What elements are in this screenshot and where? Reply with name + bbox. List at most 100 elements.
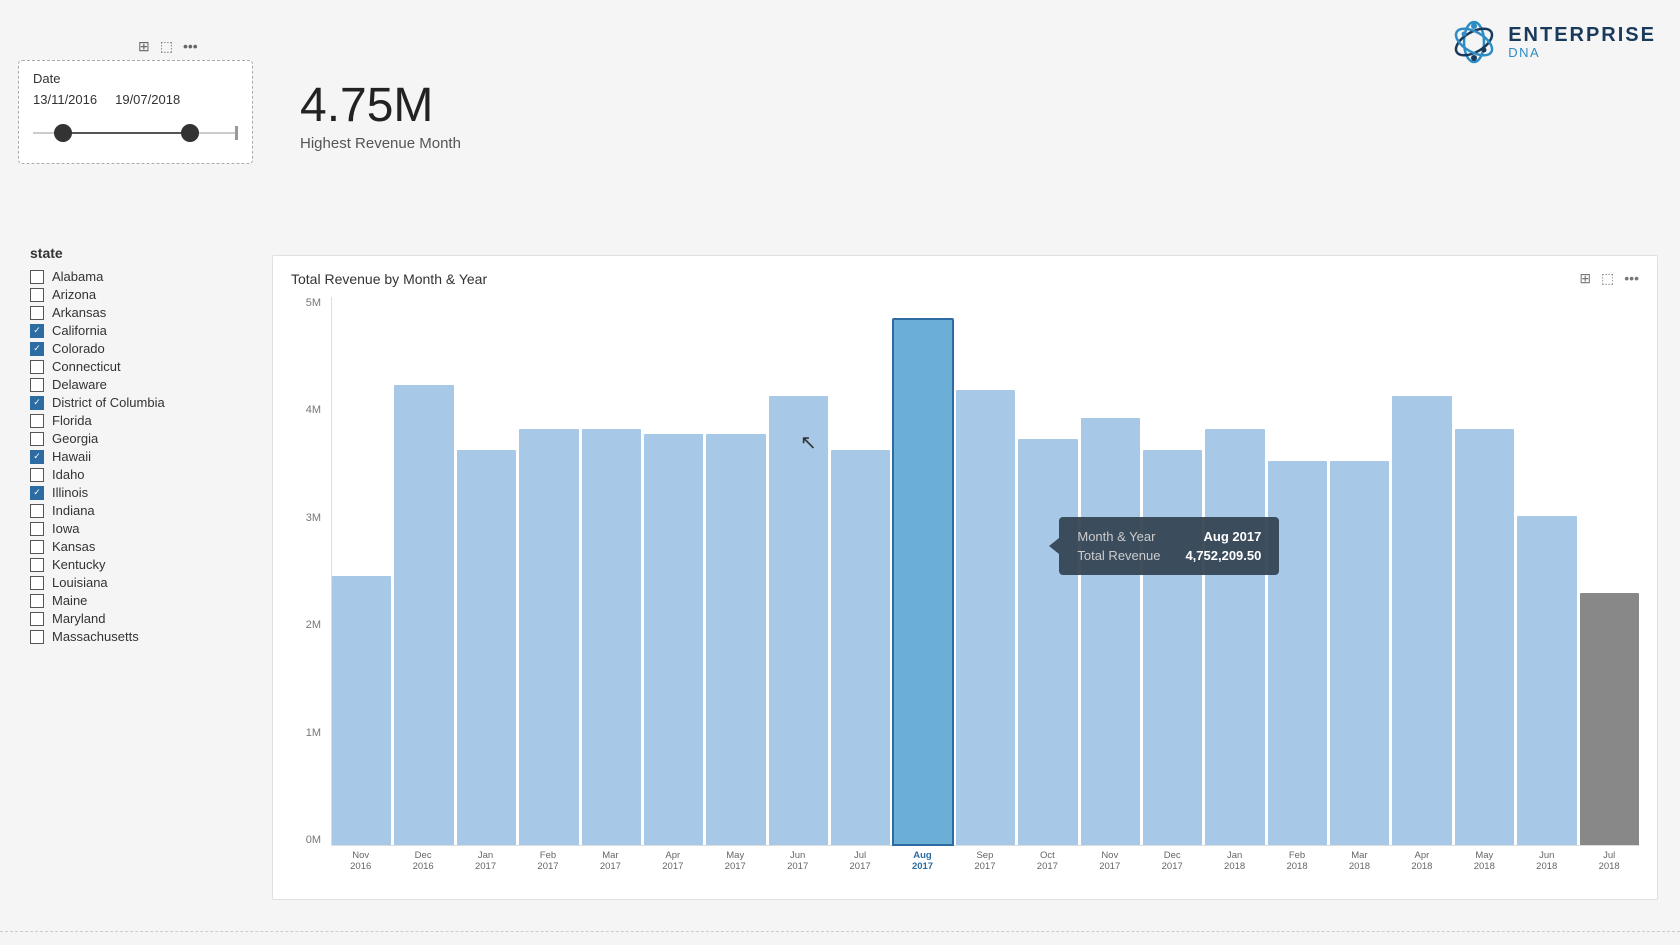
slider-thumb-right[interactable] <box>181 124 199 142</box>
state-checkbox[interactable] <box>30 558 44 572</box>
state-item[interactable]: Iowa <box>30 521 250 536</box>
bar[interactable] <box>457 450 516 845</box>
state-item[interactable]: Delaware <box>30 377 250 392</box>
slider-thumb-left[interactable] <box>54 124 72 142</box>
state-checkbox[interactable] <box>30 594 44 608</box>
bar[interactable] <box>769 396 828 845</box>
state-item[interactable]: California <box>30 323 250 338</box>
bar[interactable] <box>332 576 391 845</box>
state-item[interactable]: Maryland <box>30 611 250 626</box>
state-checkbox[interactable] <box>30 612 44 626</box>
bar[interactable] <box>956 390 1015 845</box>
state-item[interactable]: Hawaii <box>30 449 250 464</box>
chart-filter-icon[interactable]: ⊞ <box>1579 270 1591 287</box>
bar[interactable] <box>893 319 952 845</box>
bar-wrapper[interactable] <box>893 297 952 845</box>
state-checkbox[interactable] <box>30 288 44 302</box>
filter-icon[interactable]: ⊞ <box>138 38 150 55</box>
state-checkbox[interactable] <box>30 306 44 320</box>
bar[interactable] <box>1580 593 1639 845</box>
state-checkbox[interactable] <box>30 414 44 428</box>
bar[interactable] <box>706 434 765 845</box>
bar-wrapper[interactable] <box>1081 297 1140 845</box>
bar[interactable] <box>1143 450 1202 845</box>
more-icon[interactable]: ••• <box>183 38 198 55</box>
state-checkbox[interactable] <box>30 504 44 518</box>
state-list: Alabama Arizona Arkansas California Colorado… <box>30 269 250 644</box>
state-checkbox[interactable] <box>30 468 44 482</box>
state-item[interactable]: District of Columbia <box>30 395 250 410</box>
state-checkbox[interactable] <box>30 432 44 446</box>
date-slider[interactable] <box>33 119 238 147</box>
bar[interactable] <box>1392 396 1451 845</box>
slider-end-line <box>235 126 238 140</box>
state-item[interactable]: Alabama <box>30 269 250 284</box>
bar[interactable] <box>582 429 641 845</box>
bar[interactable] <box>519 429 578 845</box>
bar-wrapper[interactable] <box>956 297 1015 845</box>
bar-wrapper[interactable] <box>394 297 453 845</box>
state-item[interactable]: Massachusetts <box>30 629 250 644</box>
bar[interactable] <box>1330 461 1389 845</box>
state-checkbox[interactable] <box>30 486 44 500</box>
state-name: Idaho <box>52 467 85 482</box>
state-item[interactable]: Kentucky <box>30 557 250 572</box>
state-checkbox[interactable] <box>30 342 44 356</box>
bar[interactable] <box>1455 429 1514 845</box>
x-axis-label: May2018 <box>1455 846 1514 876</box>
bar-wrapper[interactable] <box>1268 297 1327 845</box>
bar[interactable] <box>1268 461 1327 845</box>
bar[interactable] <box>1018 439 1077 845</box>
bar-wrapper[interactable] <box>831 297 890 845</box>
state-checkbox[interactable] <box>30 360 44 374</box>
bar-wrapper[interactable] <box>582 297 641 845</box>
state-checkbox[interactable] <box>30 270 44 284</box>
bar-wrapper[interactable] <box>1517 297 1576 845</box>
state-item[interactable]: Florida <box>30 413 250 428</box>
state-item[interactable]: Colorado <box>30 341 250 356</box>
bar-wrapper[interactable] <box>1392 297 1451 845</box>
bar[interactable] <box>394 385 453 845</box>
bar[interactable] <box>1205 429 1264 845</box>
bar[interactable] <box>1081 418 1140 845</box>
bar-wrapper[interactable] <box>1455 297 1514 845</box>
bar-wrapper[interactable] <box>457 297 516 845</box>
state-item[interactable]: Georgia <box>30 431 250 446</box>
state-checkbox[interactable] <box>30 540 44 554</box>
chart-more-icon[interactable]: ••• <box>1624 270 1639 287</box>
state-item[interactable]: Kansas <box>30 539 250 554</box>
y-axis: 5M4M3M2M1M0M <box>291 297 327 846</box>
state-checkbox[interactable] <box>30 396 44 410</box>
state-item[interactable]: Maine <box>30 593 250 608</box>
bar-wrapper[interactable] <box>1143 297 1202 845</box>
bar-wrapper[interactable] <box>332 297 391 845</box>
bar[interactable] <box>1517 516 1576 845</box>
bar[interactable] <box>644 434 703 845</box>
export-icon[interactable]: ⬚ <box>160 38 173 55</box>
bar-wrapper[interactable] <box>706 297 765 845</box>
bar-wrapper[interactable] <box>644 297 703 845</box>
state-checkbox[interactable] <box>30 630 44 644</box>
state-checkbox[interactable] <box>30 450 44 464</box>
state-item[interactable]: Idaho <box>30 467 250 482</box>
bar-wrapper[interactable] <box>1580 297 1639 845</box>
bar-wrapper[interactable] <box>1330 297 1389 845</box>
state-item[interactable]: Arizona <box>30 287 250 302</box>
bar[interactable] <box>831 450 890 845</box>
state-item[interactable]: Indiana <box>30 503 250 518</box>
bar-wrapper[interactable] <box>1205 297 1264 845</box>
state-checkbox[interactable] <box>30 576 44 590</box>
state-checkbox[interactable] <box>30 324 44 338</box>
chart-export-icon[interactable]: ⬚ <box>1601 270 1614 287</box>
x-axis-label: Jun2018 <box>1517 846 1576 876</box>
bar-wrapper[interactable] <box>1018 297 1077 845</box>
state-name: Maryland <box>52 611 105 626</box>
state-item[interactable]: Illinois <box>30 485 250 500</box>
state-item[interactable]: Arkansas <box>30 305 250 320</box>
bar-wrapper[interactable] <box>769 297 828 845</box>
bar-wrapper[interactable] <box>519 297 578 845</box>
state-item[interactable]: Connecticut <box>30 359 250 374</box>
state-item[interactable]: Louisiana <box>30 575 250 590</box>
state-checkbox[interactable] <box>30 378 44 392</box>
state-checkbox[interactable] <box>30 522 44 536</box>
